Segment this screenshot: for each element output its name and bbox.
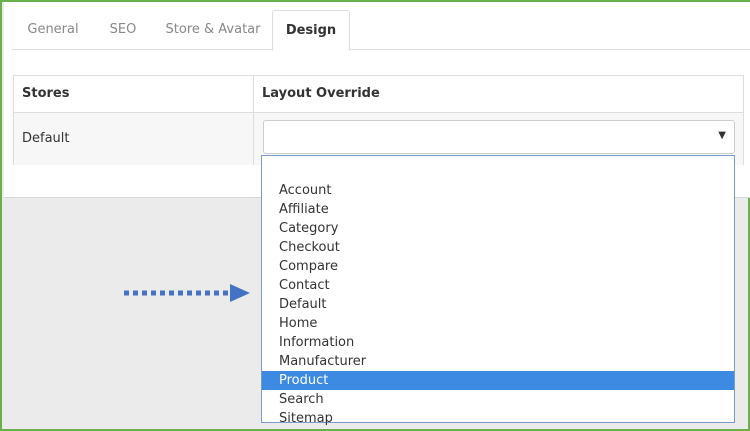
tab-seo[interactable]: SEO bbox=[92, 10, 154, 50]
tab-store-avatar[interactable]: Store & Avatar bbox=[154, 10, 272, 50]
dropdown-option-home[interactable]: Home bbox=[262, 314, 734, 333]
tab-general[interactable]: General bbox=[14, 10, 92, 50]
screenshot-frame: General SEO Store & Avatar Design Stores… bbox=[0, 0, 750, 431]
dropdown-option-contact[interactable]: Contact bbox=[262, 276, 734, 295]
dropdown-option-category[interactable]: Category bbox=[262, 219, 734, 238]
dropdown-option-default[interactable]: Default bbox=[262, 295, 734, 314]
tab-design[interactable]: Design bbox=[272, 10, 350, 51]
dropdown-option-empty[interactable] bbox=[262, 162, 734, 181]
layout-override-select[interactable]: ▼ bbox=[263, 120, 735, 154]
dropdown-option-manufacturer[interactable]: Manufacturer bbox=[262, 352, 734, 371]
dotted-arrow-icon bbox=[124, 284, 250, 302]
column-header-stores: Stores bbox=[14, 76, 254, 112]
layout-dropdown-list[interactable]: Account Affiliate Category Checkout Comp… bbox=[261, 155, 735, 426]
dropdown-option-account[interactable]: Account bbox=[262, 181, 734, 200]
column-header-layout-override: Layout Override bbox=[262, 86, 380, 101]
dropdown-option-checkout[interactable]: Checkout bbox=[262, 238, 734, 257]
tab-bar: General SEO Store & Avatar Design bbox=[12, 10, 750, 51]
dropdown-option-sitemap[interactable]: Sitemap bbox=[262, 409, 734, 428]
store-name-cell: Default bbox=[14, 113, 254, 165]
dropdown-option-affiliate[interactable]: Affiliate bbox=[262, 200, 734, 219]
caret-down-icon: ▼ bbox=[718, 130, 726, 141]
dropdown-option-search[interactable]: Search bbox=[262, 390, 734, 409]
dropdown-option-compare[interactable]: Compare bbox=[262, 257, 734, 276]
dropdown-option-product[interactable]: Product bbox=[262, 371, 734, 390]
dropdown-option-information[interactable]: Information bbox=[262, 333, 734, 352]
